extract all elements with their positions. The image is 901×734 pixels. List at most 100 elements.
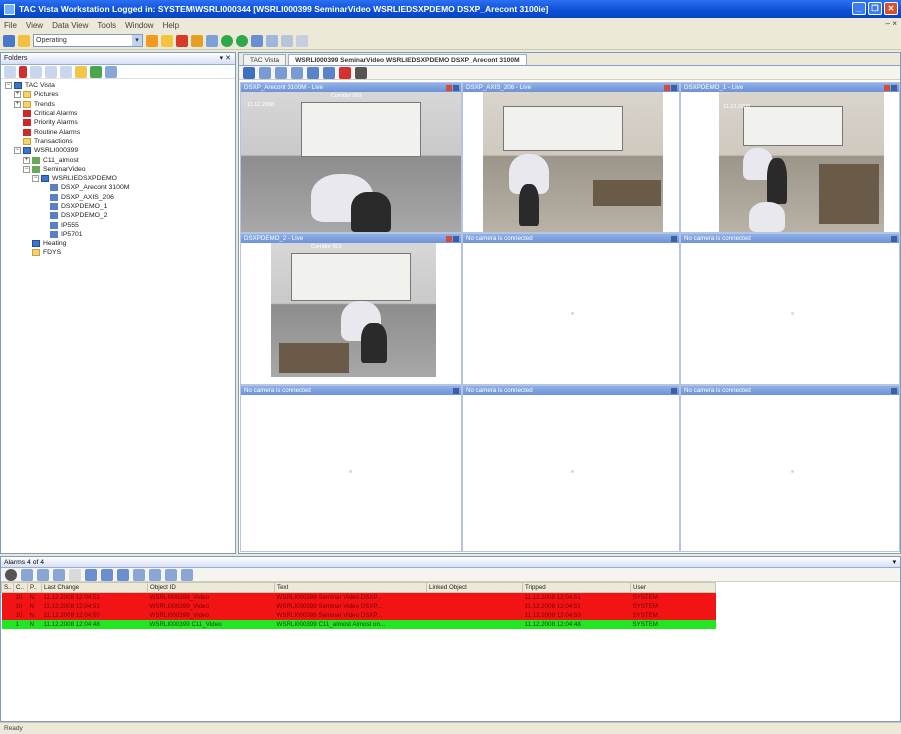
tree-item[interactable]: − WSRLI000399: [1, 146, 235, 155]
tree-item[interactable]: IP5701: [1, 230, 235, 239]
lamp-icon[interactable]: [191, 34, 203, 47]
menu-file[interactable]: File: [4, 21, 17, 30]
tree-expander-icon[interactable]: −: [5, 82, 12, 90]
close-icon[interactable]: [671, 84, 677, 91]
tree-item[interactable]: Heating: [1, 239, 235, 248]
playback-icon[interactable]: [323, 66, 335, 79]
column-header[interactable]: C..: [13, 582, 28, 593]
list-icon[interactable]: [281, 34, 293, 47]
column-header[interactable]: User: [630, 582, 716, 593]
tree-item[interactable]: + C11_almost: [1, 155, 235, 164]
filter-icon[interactable]: [21, 568, 33, 581]
tree-item[interactable]: − WSRLIEDSXPDEMO: [1, 174, 235, 183]
video-cell[interactable]: DSXP_Arecont 3100M - Live 11.12.2008 Cor…: [240, 82, 462, 233]
restore-button[interactable]: ❐: [868, 2, 882, 15]
alarm-row[interactable]: 1 N 11.12.2008 12:04:48 WSRLI000399 C11_Vid…: [1, 619, 716, 629]
tree-item[interactable]: − SeminarVideo: [1, 165, 235, 174]
tree-expander-icon[interactable]: +: [14, 91, 21, 99]
tree-item[interactable]: IP555: [1, 220, 235, 229]
tree-item[interactable]: + Trends: [1, 100, 235, 109]
close-icon[interactable]: [453, 84, 459, 91]
folder-icon[interactable]: [161, 34, 173, 47]
tree-expander-icon[interactable]: −: [32, 175, 39, 183]
pin-icon[interactable]: ▾: [893, 557, 896, 567]
first-icon[interactable]: [133, 568, 145, 581]
tree-item[interactable]: DSXP_AXIS_206: [1, 193, 235, 202]
new-folder-icon[interactable]: [75, 65, 87, 78]
record-icon[interactable]: [339, 66, 351, 79]
column-header[interactable]: Linked Object: [426, 582, 523, 593]
close-icon[interactable]: [671, 387, 677, 394]
next-icon[interactable]: [165, 568, 177, 581]
window-title-bar[interactable]: TAC Vista Workstation Logged in: SYSTEM\…: [0, 0, 901, 18]
acknowledge-icon[interactable]: [5, 568, 17, 581]
stop-video-icon[interactable]: [355, 66, 367, 79]
stop-icon[interactable]: [176, 34, 188, 47]
video-cell-empty[interactable]: No camera is connected: [462, 233, 680, 385]
sort-icon[interactable]: [37, 568, 49, 581]
help-icon[interactable]: [53, 568, 65, 581]
new-icon[interactable]: [3, 34, 15, 47]
close-icon[interactable]: [891, 387, 897, 394]
mdi-close-icon[interactable]: – ×: [886, 19, 897, 28]
tree-item[interactable]: Transactions: [1, 137, 235, 146]
tree-item[interactable]: − TAC Vista: [1, 81, 235, 90]
column-header[interactable]: Object ID: [147, 582, 275, 593]
menu-help[interactable]: Help: [163, 21, 179, 30]
video-cell-empty[interactable]: No camera is connected: [240, 385, 462, 552]
grid-icon[interactable]: [266, 34, 278, 47]
column-header[interactable]: P..: [27, 582, 42, 593]
close-button[interactable]: ✕: [884, 2, 898, 15]
tree-item[interactable]: DSXP_Arecont 3100M: [1, 183, 235, 192]
pause-icon[interactable]: [101, 568, 113, 581]
video-cell[interactable]: DSXP_AXIS_206 - Live: [462, 82, 680, 233]
menu-data-view[interactable]: Data View: [52, 21, 88, 30]
layout-4-icon[interactable]: [275, 66, 287, 79]
more-icon[interactable]: [296, 34, 308, 47]
layout-1-icon[interactable]: [259, 66, 271, 79]
column-header[interactable]: Tripped: [522, 582, 631, 593]
column-header[interactable]: S..: [1, 582, 14, 593]
menu-tools[interactable]: Tools: [97, 21, 116, 30]
pin-close-icon[interactable]: ▾ ✕: [220, 53, 231, 64]
column-header[interactable]: Text: [274, 582, 427, 593]
alarm-row[interactable]: 10 N 11.12.2008 12:04:50 WSRLI000399_Video W…: [1, 610, 716, 620]
tree-item[interactable]: DSXPDEMO_1: [1, 202, 235, 211]
close-icon[interactable]: [453, 387, 459, 394]
record-icon[interactable]: [446, 84, 452, 91]
go-icon[interactable]: [221, 34, 233, 47]
last-icon[interactable]: [181, 568, 193, 581]
tree-item[interactable]: Routine Alarms: [1, 127, 235, 136]
alarm-icon[interactable]: [146, 34, 158, 47]
close-icon[interactable]: [671, 235, 677, 242]
record-icon[interactable]: [446, 235, 452, 242]
save-icon[interactable]: [243, 66, 255, 79]
video-cell-empty[interactable]: No camera is connected: [680, 233, 900, 385]
delete-icon[interactable]: [19, 65, 27, 78]
alarm-row[interactable]: 10 N 11.12.2008 12:04:51 WSRLI000399_Video W…: [1, 592, 716, 602]
stop-icon[interactable]: [117, 568, 129, 581]
tree-item[interactable]: DSXPDEMO_2: [1, 211, 235, 220]
video-cell[interactable]: DSXPDEMO_2 - Live Corridor 003: [240, 233, 462, 385]
open-icon[interactable]: [18, 34, 30, 47]
refresh-icon[interactable]: [105, 65, 117, 78]
paste-icon[interactable]: [45, 65, 57, 78]
tab-tac-vista[interactable]: TAC Vista: [243, 54, 287, 65]
monitor-icon[interactable]: [307, 66, 319, 79]
record-icon[interactable]: [884, 84, 890, 91]
settings-icon[interactable]: [206, 34, 218, 47]
tree-item[interactable]: FDYS: [1, 248, 235, 257]
copy-icon[interactable]: [30, 65, 42, 78]
tree-item[interactable]: Priority Alarms: [1, 118, 235, 127]
properties-icon[interactable]: [60, 65, 72, 78]
close-icon[interactable]: [453, 235, 459, 242]
close-icon[interactable]: [891, 235, 897, 242]
menu-view[interactable]: View: [26, 21, 43, 30]
tree-expander-icon[interactable]: +: [14, 100, 21, 108]
tab-video-view[interactable]: WSRLI000399 SeminarVideo WSRLIEDSXPDEMO …: [288, 54, 527, 65]
view-icon[interactable]: [251, 34, 263, 47]
play-icon[interactable]: [85, 568, 97, 581]
record-icon[interactable]: [664, 84, 670, 91]
video-cell[interactable]: DSXPDEMO_1 - Live 11.12.2008: [680, 82, 900, 233]
video-cell-empty[interactable]: No camera is connected: [680, 385, 900, 552]
